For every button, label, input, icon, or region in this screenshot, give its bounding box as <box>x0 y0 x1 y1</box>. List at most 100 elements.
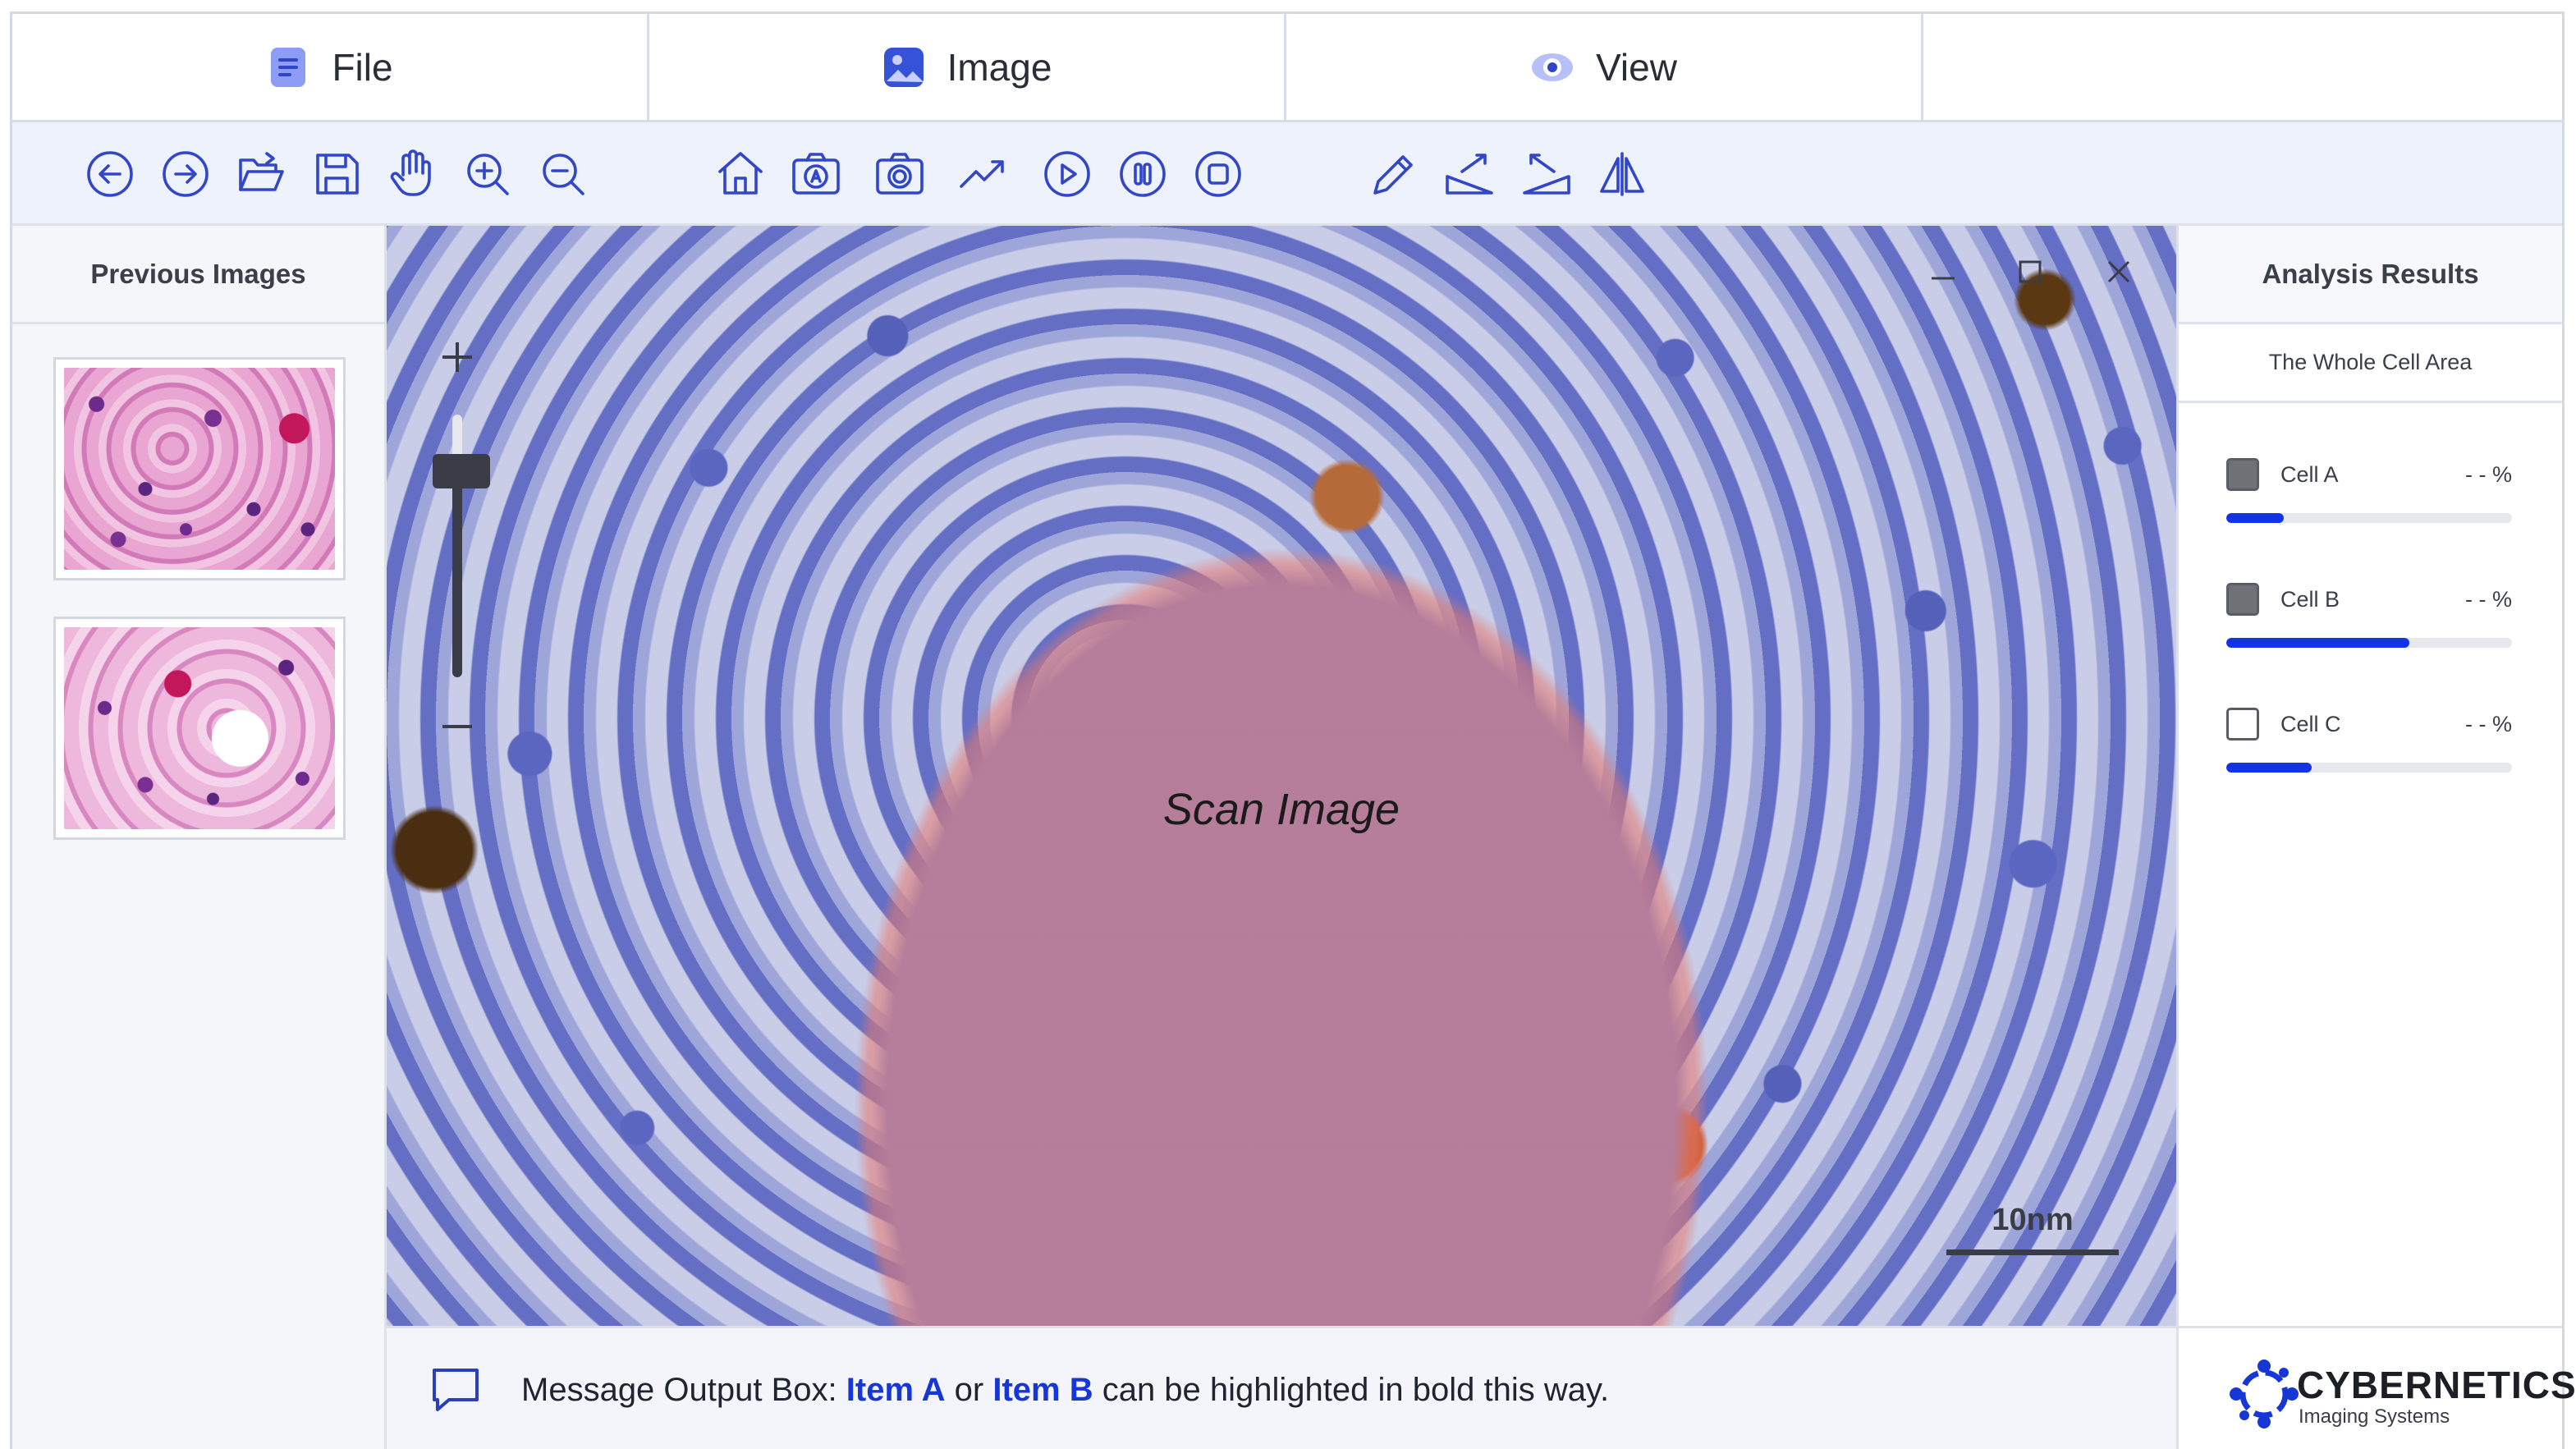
pause-icon <box>1120 151 1166 197</box>
cell-c-progress <box>2226 763 2512 773</box>
trend-button[interactable] <box>956 147 1011 201</box>
cybernetics-logo-icon <box>2230 1360 2299 1428</box>
pan-button[interactable] <box>385 147 439 201</box>
menu-tabs: File Image View <box>12 14 2562 122</box>
analysis-subtitle: The Whole Cell Area <box>2179 324 2562 403</box>
arrow-right-icon <box>163 151 209 197</box>
message-item-a[interactable]: Item A <box>846 1372 946 1408</box>
zoom-in-button[interactable] <box>461 147 515 201</box>
minimize-button[interactable] <box>1927 255 1960 288</box>
zoom-handle[interactable] <box>433 454 490 488</box>
plus-icon <box>442 342 472 372</box>
zoom-out-icon <box>543 154 584 195</box>
brand-tagline: Imaging Systems <box>2299 1405 2450 1428</box>
minimize-icon <box>1932 277 1955 280</box>
stop-button[interactable] <box>1191 147 1245 201</box>
flip-button[interactable] <box>1595 147 1649 201</box>
cell-c-progress-fill <box>2226 763 2312 773</box>
home-button[interactable] <box>713 147 768 201</box>
capture-button[interactable] <box>873 147 927 201</box>
play-button[interactable] <box>1040 147 1094 201</box>
zoom-fill <box>452 472 462 677</box>
cell-a-row: Cell A - - % <box>2226 457 2512 523</box>
message-item-b[interactable]: Item B <box>992 1372 1093 1408</box>
close-icon <box>2107 260 2130 283</box>
pencil-icon <box>1373 155 1413 195</box>
previous-images-panel: Previous Images <box>12 226 387 1449</box>
cell-b-progress <box>2226 638 2512 648</box>
eye-icon <box>1532 53 1574 81</box>
cell-b-value: - - % <box>2465 586 2512 612</box>
cell-a-progress-fill <box>2226 513 2284 523</box>
tab-file-label: File <box>332 45 393 89</box>
cell-a-value: - - % <box>2465 461 2512 487</box>
camera-auto-icon <box>792 153 840 195</box>
scale-line <box>1946 1250 2119 1255</box>
message-text: Message Output Box: Item A or Item B can… <box>521 1372 1609 1409</box>
stop-icon <box>1195 151 1241 197</box>
save-button[interactable] <box>309 147 364 201</box>
thumbnail-1[interactable] <box>53 357 346 580</box>
cell-a-label: Cell A <box>2280 461 2339 487</box>
scale-bar: 10nm <box>1946 1203 2119 1255</box>
maximize-icon <box>2019 260 2042 283</box>
message-prefix: Message Output Box: <box>521 1371 846 1408</box>
forward-button[interactable] <box>158 147 213 201</box>
zoom-in-icon <box>467 154 509 195</box>
cell-c-label: Cell C <box>2280 711 2341 736</box>
back-button[interactable] <box>83 147 137 201</box>
home-icon <box>718 152 763 195</box>
zoom-minus-button[interactable] <box>433 702 482 751</box>
file-icon <box>271 47 306 87</box>
scan-image-viewer[interactable]: Scan Image 10nm <box>387 226 2176 1326</box>
ramp-down-button[interactable] <box>1519 147 1574 201</box>
message-middle: or <box>945 1371 993 1408</box>
play-icon <box>1044 151 1090 197</box>
previous-images-title: Previous Images <box>12 226 384 324</box>
pencil-button[interactable] <box>1367 147 1421 201</box>
analysis-title: Analysis Results <box>2179 226 2562 324</box>
cell-a-checkbox[interactable] <box>2226 458 2259 491</box>
brand-area: CYBERNETICS Imaging Systems <box>2176 1326 2576 1449</box>
analysis-panel: Analysis Results The Whole Cell Area Cel… <box>2176 226 2562 1449</box>
save-icon <box>316 154 359 195</box>
cell-a-progress <box>2226 513 2512 523</box>
tab-image-label: Image <box>947 45 1052 89</box>
scale-label: 10nm <box>1992 1203 2074 1237</box>
toolbar <box>12 122 2562 226</box>
tab-view-label: View <box>1596 45 1677 89</box>
brand-name: CYBERNETICS <box>2297 1364 2576 1406</box>
tab-image[interactable]: Image <box>649 14 1286 120</box>
tab-file[interactable]: File <box>12 14 649 120</box>
cell-c-value: - - % <box>2465 711 2512 736</box>
tab-empty <box>1923 14 2562 120</box>
cell-c-row: Cell C - - % <box>2226 707 2512 773</box>
cell-b-label: Cell B <box>2280 586 2340 612</box>
zoom-plus-button[interactable] <box>433 332 482 382</box>
hand-icon <box>390 149 431 196</box>
cell-b-checkbox[interactable] <box>2226 583 2259 616</box>
cell-c-checkbox[interactable] <box>2226 708 2259 741</box>
app-window: File Image View Previous Images Scan Ima… <box>10 11 2576 1449</box>
thumbnail-2[interactable] <box>53 617 346 840</box>
open-folder-button[interactable] <box>234 147 288 201</box>
close-button[interactable] <box>2102 255 2135 288</box>
tab-view[interactable]: View <box>1286 14 1923 120</box>
maximize-button[interactable] <box>2014 255 2047 288</box>
folder-open-icon <box>239 152 284 191</box>
camera-icon <box>876 153 924 195</box>
image-icon <box>883 47 924 87</box>
zoom-out-button[interactable] <box>536 147 590 201</box>
chat-bubble-icon <box>433 1369 479 1411</box>
ramp-up-button[interactable] <box>1442 147 1497 201</box>
ramp-up-icon <box>1446 154 1493 195</box>
zoom-slider[interactable] <box>433 332 490 858</box>
cell-b-progress-fill <box>2226 638 2409 648</box>
scan-image-label: Scan Image <box>1162 785 1400 834</box>
message-suffix: can be highlighted in bold this way. <box>1093 1371 1610 1408</box>
auto-capture-button[interactable] <box>789 147 843 201</box>
trend-icon <box>960 160 1004 188</box>
cell-texture <box>387 226 2176 1326</box>
flip-icon <box>1600 152 1644 196</box>
pause-button[interactable] <box>1116 147 1170 201</box>
